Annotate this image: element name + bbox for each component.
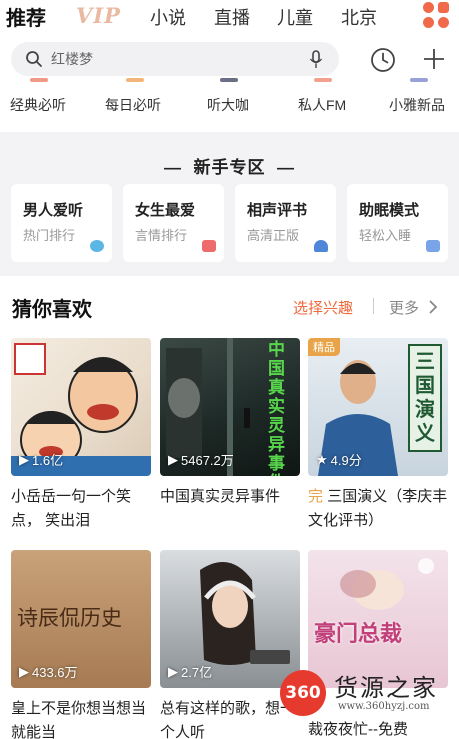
- card-subtitle: 热门排行: [23, 228, 76, 243]
- quick-nav-new-releases[interactable]: 小雅新品: [389, 95, 445, 115]
- newbie-card-women[interactable]: 女生最爱 言情排行: [123, 184, 224, 262]
- quick-nav-icon-fm: [314, 78, 332, 82]
- caption-three-kingdoms[interactable]: 完 三国演义（李庆丰文化评书）: [308, 485, 454, 533]
- quick-nav-classic[interactable]: 经典必听: [10, 95, 66, 115]
- quick-nav-bigshot[interactable]: 听大咖: [207, 95, 249, 115]
- watermark-logo: 360: [280, 670, 326, 716]
- site-watermark: 360 货源之家 www.360hyzj.com: [278, 665, 459, 739]
- cover-xiaoyueyue[interactable]: ▶ 1.6亿: [11, 338, 151, 476]
- cover-history[interactable]: 诗辰侃历史 ▶ 433.6万: [11, 550, 151, 688]
- section-title-guess: 猜你喜欢: [12, 299, 92, 321]
- card-title: 女生最爱: [135, 202, 196, 219]
- rating: ★ 4.9分: [316, 451, 362, 469]
- choose-interest-link[interactable]: 选择兴趣: [293, 297, 353, 318]
- newbie-card-men[interactable]: 男人爱听 热门排行: [11, 184, 112, 262]
- tab-novel[interactable]: 小说: [150, 4, 186, 30]
- more-link[interactable]: 更多: [389, 297, 419, 318]
- quick-nav-private-fm[interactable]: 私人FM: [298, 95, 346, 115]
- chevron-right-icon[interactable]: [428, 300, 438, 314]
- quick-nav-daily[interactable]: 每日必听: [105, 95, 161, 115]
- search-placeholder: 红楼梦: [51, 51, 93, 67]
- search-icon: [26, 51, 42, 67]
- play-count: ▶ 1.6亿: [19, 451, 64, 469]
- tab-beijing[interactable]: 北京: [341, 4, 377, 30]
- cover-ghost-stories[interactable]: 中国真实灵异事件 ▶5467.2万: [160, 338, 300, 476]
- play-icon: ▶: [19, 451, 29, 467]
- search-bar[interactable]: 红楼梦: [11, 42, 339, 76]
- card-subtitle: 高清正版: [247, 228, 300, 243]
- caption-ghost-stories[interactable]: 中国真实灵异事件: [160, 485, 302, 509]
- pillow-icon: [426, 240, 440, 252]
- category-grid-icon[interactable]: [423, 2, 449, 28]
- cover-title-text: 中国真实灵异事件: [268, 340, 285, 476]
- quick-nav-icon-classic: [30, 78, 48, 82]
- watermark-name: 货源之家: [334, 675, 438, 702]
- history-clock-icon[interactable]: [370, 47, 396, 73]
- play-icon: ▶: [19, 663, 29, 679]
- divider: [373, 298, 374, 314]
- top-tab-bar: 推荐 VIP 小说 直播 儿童 北京: [0, 0, 459, 34]
- microphone-icon[interactable]: [309, 50, 323, 69]
- play-icon: ▶: [168, 451, 178, 467]
- fan-icon: [314, 240, 328, 252]
- caption-xiaoyueyue[interactable]: 小岳岳一句一个笑点， 笑出泪: [11, 485, 153, 533]
- cover-title-text: 诗辰侃历史: [17, 606, 122, 630]
- tab-kids[interactable]: 儿童: [277, 4, 313, 30]
- newbie-card-crosstalk[interactable]: 相声评书 高清正版: [235, 184, 336, 262]
- premium-badge: 精品: [308, 338, 340, 356]
- newbie-zone: — 新手专区 — 男人爱听 热门排行 女生最爱 言情排行 相声评书 高清正版 助…: [0, 132, 459, 276]
- finished-tag: 完: [308, 488, 324, 505]
- tab-live[interactable]: 直播: [214, 4, 250, 30]
- plus-icon[interactable]: [422, 47, 446, 71]
- quick-nav-icon-bigshot: [220, 78, 238, 82]
- play-icon: ▶: [168, 663, 178, 679]
- play-count: ▶ 433.6万: [19, 663, 78, 681]
- cover-three-kingdoms[interactable]: 精品 三国演义 ★ 4.9分: [308, 338, 448, 476]
- caption-history[interactable]: 皇上不是你想当想当就能当: [11, 697, 153, 739]
- tab-vip[interactable]: VIP: [76, 3, 121, 28]
- card-subtitle: 言情排行: [135, 228, 188, 243]
- quick-nav-icon-new: [410, 78, 428, 82]
- ball-icon: [90, 240, 104, 252]
- newbie-title: — 新手专区 —: [164, 158, 295, 177]
- star-icon: ★: [316, 451, 328, 467]
- card-title: 助眠模式: [359, 202, 420, 219]
- cover-title-text: 三国演义: [408, 344, 442, 452]
- cover-title-text: 豪门总裁: [314, 621, 403, 646]
- card-title: 相声评书: [247, 202, 308, 219]
- tab-recommend[interactable]: 推荐: [6, 2, 46, 31]
- play-count: ▶ 2.7亿: [168, 663, 213, 681]
- newbie-title-text: 新手专区: [193, 158, 266, 177]
- quick-nav-icon-daily: [126, 78, 144, 82]
- watermark-url: www.360hyzj.com: [338, 701, 430, 712]
- card-title: 男人爱听: [23, 202, 84, 219]
- play-count: ▶ 5467.2万: [168, 451, 234, 469]
- lipstick-icon: [202, 240, 216, 252]
- card-subtitle: 轻松入睡: [359, 228, 412, 243]
- newbie-card-sleep[interactable]: 助眠模式 轻松入睡: [347, 184, 448, 262]
